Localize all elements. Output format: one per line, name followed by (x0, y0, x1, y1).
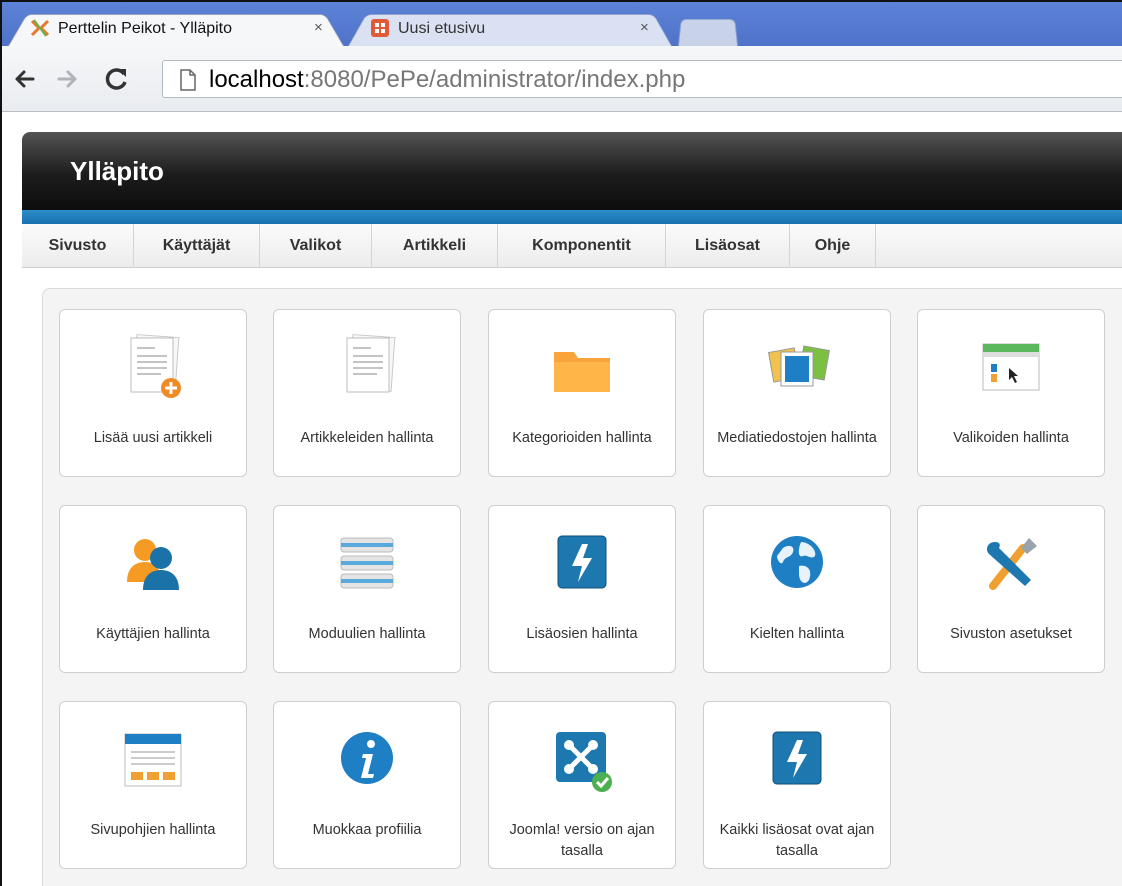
tile-label: Muokkaa profiilia (312, 822, 422, 838)
tile-menu-manager[interactable]: Valikoiden hallinta (917, 309, 1105, 477)
menu-artikkeli[interactable]: Artikkeli (372, 224, 498, 268)
back-arrow-icon (15, 70, 35, 88)
tile-label: Kielten hallinta (749, 626, 845, 642)
tile-joomla-version[interactable]: Joomla! versio on ajan tasalla (488, 701, 676, 869)
tile-label: Mediatiedostojen hallinta (717, 430, 877, 446)
control-panel: Lisää uusi artikkeli Artikkeleiden halli… (42, 288, 1122, 886)
modules-icon (340, 537, 394, 589)
joomla-check-icon (556, 732, 612, 792)
admin-menu: Sivusto Käyttäjät Valikot Artikkeli Komp… (22, 224, 1122, 268)
forward-button[interactable] (52, 64, 82, 94)
tile-edit-profile[interactable]: Muokkaa profiilia (273, 701, 461, 869)
tile-label: Kategorioiden hallinta (512, 430, 652, 446)
tile-user-manager[interactable]: Käyttäjien hallinta (59, 505, 247, 673)
tile-language-manager[interactable]: Kielten hallinta (703, 505, 891, 673)
tile-label: Kaikki lisäosat ovat ajan tasalla (719, 822, 875, 859)
tile-label: Artikkeleiden hallinta (300, 430, 434, 446)
header-strip (22, 210, 1122, 224)
tile-module-manager[interactable]: Moduulien hallinta (273, 505, 461, 673)
tile-article-manager[interactable]: Artikkeleiden hallinta (273, 309, 461, 477)
new-tab-favicon-icon (371, 19, 389, 37)
tools-icon (987, 538, 1037, 590)
reload-icon (105, 68, 127, 90)
tile-category-manager[interactable]: Kategorioiden hallinta (488, 309, 676, 477)
menu-sivusto[interactable]: Sivusto (22, 224, 134, 268)
article-manager-icon (346, 334, 396, 393)
tab-yllapito[interactable]: Perttelin Peikot - Ylläpito × (8, 10, 344, 46)
menu-ohje[interactable]: Ohje (790, 224, 876, 268)
tile-add-article[interactable]: Lisää uusi artikkeli (59, 309, 247, 477)
menu-komponentit[interactable]: Komponentit (498, 224, 666, 268)
media-icon (768, 345, 830, 387)
users-icon (127, 539, 179, 590)
extensions-update-icon (772, 731, 822, 785)
address-bar[interactable]: localhost:8080/PePe/administrator/index.… (162, 60, 1122, 98)
tile-label: Joomla! versio on ajan tasalla (509, 822, 655, 859)
add-article-icon (130, 334, 181, 398)
reload-button[interactable] (102, 64, 132, 94)
tile-label: Sivuston asetukset (950, 626, 1072, 642)
xampp-favicon-icon (30, 19, 50, 37)
tab-title: Perttelin Peikot - Ylläpito (58, 20, 233, 37)
tile-template-manager[interactable]: Sivupohjien hallinta (59, 701, 247, 869)
tab-uusi-etusivu[interactable]: Uusi etusivu × (348, 10, 672, 46)
template-icon (124, 733, 182, 787)
url-text: localhost:8080/PePe/administrator/index.… (209, 66, 685, 94)
tab-close-icon[interactable]: × (314, 20, 323, 36)
extensions-icon (557, 535, 607, 589)
tile-label: Käyttäjien hallinta (96, 626, 210, 642)
tile-label: Moduulien hallinta (308, 626, 426, 642)
tab-close-icon[interactable]: × (640, 20, 649, 36)
page-icon (180, 69, 196, 91)
browser-window: Perttelin Peikot - Ylläpito × Uusi etusi… (0, 0, 1122, 886)
tile-label: Lisäosien hallinta (526, 626, 638, 642)
admin-header: Ylläpito (22, 132, 1122, 210)
folder-icon (554, 352, 610, 392)
tile-label: Valikoiden hallinta (953, 430, 1069, 446)
page-content: Ylläpito Sivusto Käyttäjät Valikot Artik… (2, 112, 1122, 886)
browser-toolbar: localhost:8080/PePe/administrator/index.… (2, 46, 1122, 112)
tab-bar: Perttelin Peikot - Ylläpito × Uusi etusi… (2, 2, 1122, 46)
page-title: Ylläpito (70, 156, 164, 186)
url-host: localhost (209, 66, 304, 93)
back-button[interactable] (10, 64, 40, 94)
menu-manager-icon (982, 343, 1040, 391)
forward-arrow-icon (57, 70, 77, 88)
info-icon (341, 732, 393, 784)
tile-label: Sivupohjien hallinta (90, 822, 216, 838)
tile-extension-manager[interactable]: Lisäosien hallinta (488, 505, 676, 673)
tile-extensions-update[interactable]: Kaikki lisäosat ovat ajan tasalla (703, 701, 891, 869)
menu-valikot[interactable]: Valikot (260, 224, 372, 268)
menu-kayttajat[interactable]: Käyttäjät (134, 224, 260, 268)
tile-media-manager[interactable]: Mediatiedostojen hallinta (703, 309, 891, 477)
url-path: :8080/PePe/administrator/index.php (303, 66, 686, 93)
tab-title: Uusi etusivu (398, 20, 486, 37)
new-tab-button[interactable] (678, 16, 738, 46)
tile-label: Lisää uusi artikkeli (93, 430, 213, 446)
globe-icon (771, 536, 823, 588)
tile-global-configuration[interactable]: Sivuston asetukset (917, 505, 1105, 673)
menu-lisaosat[interactable]: Lisäosat (666, 224, 790, 268)
